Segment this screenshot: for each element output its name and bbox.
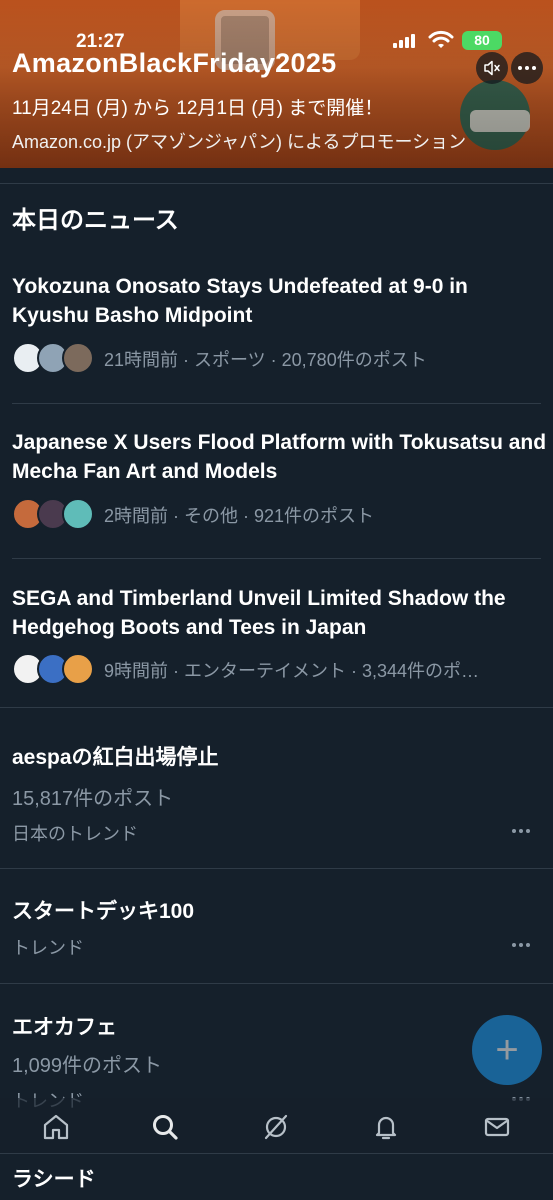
cellular-signal-icon <box>393 34 415 48</box>
avatar <box>62 653 94 685</box>
bottom-navigation <box>0 1098 553 1153</box>
promo-source: Amazon.co.jp (アマゾンジャパン) によるプロモーション <box>12 132 467 152</box>
news-headline: SEGA and Timberland Unveil Limited Shado… <box>12 587 506 639</box>
grok-icon <box>264 1114 288 1140</box>
home-icon <box>43 1114 69 1140</box>
promo-title[interactable]: AmazonBlackFriday2025 <box>12 48 336 79</box>
divider <box>0 707 553 708</box>
news-meta: 21時間前 · スポーツ · 20,780件のポスト <box>12 342 427 376</box>
divider <box>0 183 553 184</box>
wifi-icon <box>428 30 454 48</box>
more-icon[interactable] <box>512 829 530 833</box>
news-meta: 9時間前 · エンターテイメント · 3,344件のポ… <box>12 653 479 687</box>
divider <box>0 983 553 984</box>
trend-context: 日本のトレンド <box>12 824 138 844</box>
trend-title: エオカフェ <box>12 1016 117 1039</box>
trend-title[interactable]: ラシード <box>12 1163 96 1193</box>
promo-subtitle: 11月24日 (月) から 12月1日 (月) まで開催！ <box>12 98 384 119</box>
avatar-stack <box>12 342 94 376</box>
trend-title: スタートデッキ100 <box>12 900 195 923</box>
promo-more-button[interactable] <box>511 52 543 84</box>
battery-indicator: 80 <box>462 31 502 50</box>
notifications-icon <box>375 1116 397 1140</box>
divider <box>12 558 541 559</box>
divider <box>0 868 553 869</box>
divider <box>0 1153 553 1154</box>
nav-notifications[interactable] <box>369 1110 403 1144</box>
news-meta: 2時間前 · その他 · 921件のポスト <box>12 498 374 532</box>
search-icon <box>153 1115 178 1140</box>
more-icon[interactable] <box>512 943 530 947</box>
news-headline: Yokozuna Onosato Stays Undefeated at 9-0… <box>12 275 468 327</box>
plus-icon: + <box>495 1028 519 1072</box>
divider <box>12 403 541 404</box>
messages-icon <box>484 1117 510 1137</box>
news-headline: Japanese X Users Flood Platform with Tok… <box>12 431 547 483</box>
trend-post-count: 1,099件のポスト <box>12 1055 163 1077</box>
promo-banner[interactable]: 21:27 80 AmazonBlackFriday2025 11月24日 (月… <box>0 0 553 168</box>
avatar-stack <box>12 653 94 687</box>
nav-search[interactable] <box>148 1110 182 1144</box>
section-title: 本日のニュース <box>12 207 179 234</box>
mute-button[interactable] <box>476 52 508 84</box>
nav-messages[interactable] <box>480 1110 514 1144</box>
avatar <box>62 342 94 374</box>
avatar-stack <box>12 498 94 532</box>
speaker-mute-icon <box>484 60 500 76</box>
news-meta-text: 2時間前 · その他 · 921件のポスト <box>104 506 375 526</box>
avatar <box>62 498 94 530</box>
compose-button[interactable]: + <box>472 1015 542 1085</box>
trend-post-count: 15,817件のポスト <box>12 788 174 810</box>
trend-title: aespaの紅白出場停止 <box>12 746 219 769</box>
nav-grok[interactable] <box>259 1110 293 1144</box>
trend-context: トレンド <box>12 938 84 958</box>
news-meta-text: 9時間前 · エンターテイメント · 3,344件のポ… <box>104 661 480 681</box>
nav-home[interactable] <box>39 1110 73 1144</box>
more-icon <box>518 66 536 70</box>
news-meta-text: 21時間前 · スポーツ · 20,780件のポスト <box>104 350 427 370</box>
